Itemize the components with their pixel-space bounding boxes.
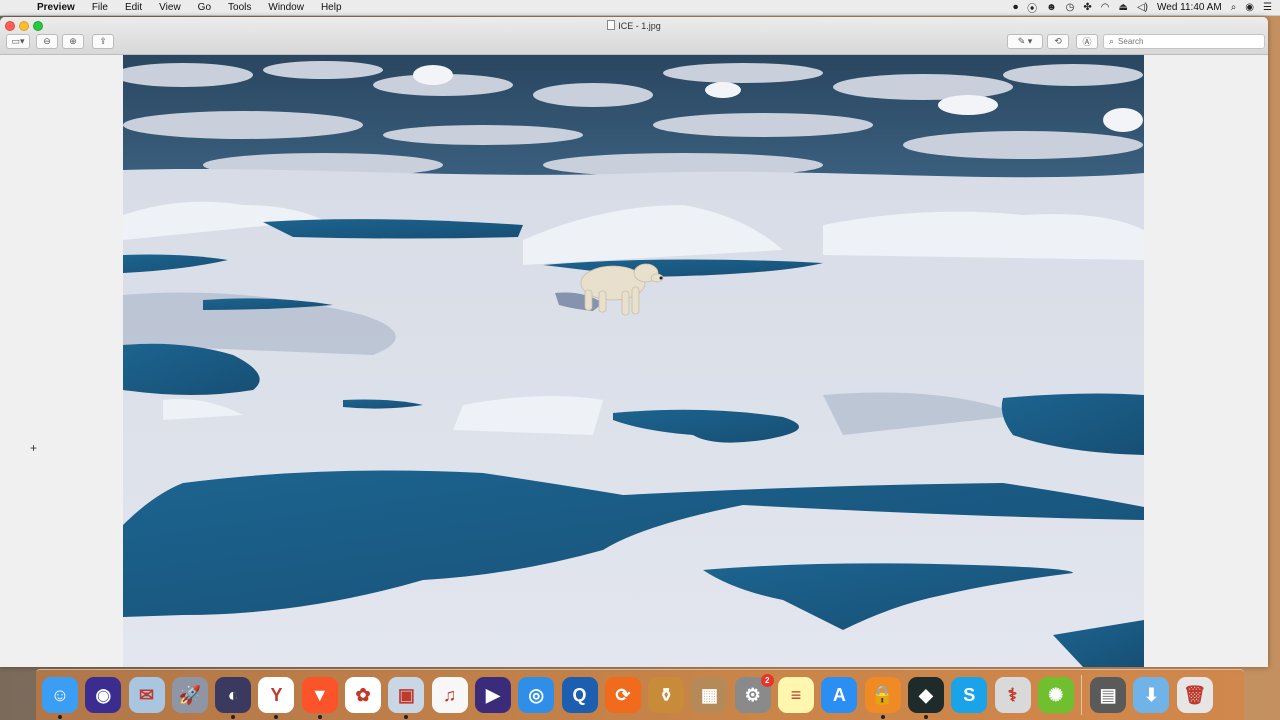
screen-record-icon[interactable]: ⏺ [1013,2,1018,13]
search-field[interactable]: ⌕ [1103,34,1265,49]
share-button[interactable]: ⇪ [92,34,114,49]
podcast-icon[interactable]: ⦿ [1027,0,1037,15]
running-indicator [404,715,409,719]
search-icon: ⌕ [1109,36,1115,46]
dock: ☺ ◉ ✉ 🚀 ◐ Y ▼ ✿ ▣ ♫ ▶ ◎ Q ⟳ ⚱ ▦ ⚙ 2 ≡ A 🔒 ◆ S ⚕ ✺ ▤ ⬇ 🗑 [36,669,1244,720]
dock-siri-icon[interactable]: ◉ [85,677,122,713]
running-indicator [923,715,928,719]
menu-file[interactable]: File [92,2,108,13]
menu-view[interactable]: View [159,2,181,13]
dock-trash-icon[interactable]: 🗑 [1176,677,1213,713]
zoom-in-icon: ⊕ [69,36,77,46]
running-indicator [274,715,279,719]
menu-extras: ⏺ ⦿ ☻ ◷ ✤ ◠ ⏏ ◁) Wed 11:40 AM ⌕ ◉ ☰ [1013,0,1272,15]
dock-steam-helmet-icon[interactable]: ◐ [215,677,252,719]
markup-button[interactable]: ✎ ▾ [1007,34,1043,49]
markup-toolbar-button[interactable]: Ⓐ [1076,34,1098,49]
wifi-icon[interactable]: ◠ [1101,2,1110,13]
menu-go[interactable]: Go [198,2,211,13]
sidebar-icon: ▭▾ [11,36,25,46]
dock-box-archive-icon[interactable]: ▦ [691,677,728,713]
menu-app-preview[interactable]: Preview [37,2,75,13]
dock-brave-icon[interactable]: ▼ [301,677,338,719]
notification-badge: 2 [760,674,774,687]
rotate-button[interactable]: ⟲ [1047,34,1069,49]
paw-icon[interactable]: ✤ [1083,2,1091,13]
crosshair-cursor-icon: + [30,441,38,455]
dock-skype-icon[interactable]: S [951,677,988,713]
zoom-out-icon: ⊖ [43,36,51,46]
dock-scanner-icon[interactable]: ▤ [1090,677,1127,713]
dock-notes-icon[interactable]: ≡ [778,677,815,713]
time-machine-icon[interactable]: ◷ [1066,2,1075,13]
menu-clock[interactable]: Wed 11:40 AM [1157,2,1222,13]
pen-icon: ✎ ▾ [1017,36,1033,46]
dock-quicktime-icon[interactable]: Q [561,677,598,713]
rotate-icon: ⟲ [1054,36,1062,46]
running-indicator [58,715,62,719]
document-icon [607,20,616,30]
menu-bar: Preview File Edit View Go Tools Window H… [0,0,1280,16]
share-icon: ⇪ [99,36,107,46]
dock-motion-reel-icon[interactable]: ✺ [1037,677,1074,713]
spotlight-icon[interactable]: ⌕ [1231,2,1237,13]
dock-app-store-icon[interactable]: A [821,677,858,713]
markup-icon: Ⓐ [1082,37,1092,47]
dock-launchpad-icon[interactable]: 🚀 [171,677,208,713]
menu-help[interactable]: Help [321,2,342,13]
dock-disk-utility-icon[interactable]: ⚕ [994,677,1031,713]
dock-istat-icon[interactable]: ⟳ [604,677,641,713]
dock-separator [1081,675,1083,715]
dock-filmora-icon[interactable]: ◆ [907,677,944,719]
notification-center-icon[interactable]: ☰ [1263,2,1272,13]
dock-photos-icon[interactable]: ✿ [345,677,382,713]
dock-prime-video-icon[interactable]: ▶ [474,677,511,713]
dock-itunes-icon[interactable]: ♫ [431,677,468,713]
running-indicator [231,715,236,719]
window-title-text: ICE - 1.jpg [618,21,661,31]
dock-safari-icon[interactable]: ◎ [518,677,555,713]
siri-icon[interactable]: ◉ [1245,2,1254,13]
dock-downloads-folder-icon[interactable]: ⬇ [1133,677,1170,713]
title-bar[interactable]: ICE - 1.jpg ▭▾ ⊖ ⊕ ⇪ ✎ ▾ ⟲ Ⓐ ⌕ [0,17,1268,55]
menu-window[interactable]: Window [268,2,304,13]
dock-vpn-lock-icon[interactable]: 🔒 [864,677,901,719]
eject-icon[interactable]: ⏏ [1119,2,1128,13]
menu-tools[interactable]: Tools [228,2,251,13]
dock-jar-icon[interactable]: ⚱ [648,677,685,713]
running-indicator [880,715,885,719]
dock-preview-icon[interactable]: ▣ [388,677,425,719]
window-title: ICE - 1.jpg [0,20,1268,31]
dock-system-preferences-icon[interactable]: ⚙ 2 [734,674,774,713]
menu-edit[interactable]: Edit [125,2,142,13]
zoom-out-button[interactable]: ⊖ [36,34,58,49]
character-icon[interactable]: ☻ [1046,2,1057,13]
zoom-in-button[interactable]: ⊕ [62,34,84,49]
sidebar-toggle-button[interactable]: ▭▾ [6,34,30,49]
image-polar-bear-ice[interactable] [123,55,1144,667]
document-view[interactable]: + [0,55,1268,667]
preview-window: ICE - 1.jpg ▭▾ ⊖ ⊕ ⇪ ✎ ▾ ⟲ Ⓐ ⌕ + [0,17,1268,667]
dock-finder-icon[interactable]: ☺ [42,677,78,719]
dock-yandex-icon[interactable]: Y [258,677,295,719]
volume-icon[interactable]: ◁) [1137,2,1148,13]
running-indicator [317,715,322,719]
search-input[interactable] [1118,37,1249,46]
dock-mail-bird-icon[interactable]: ✉ [128,677,165,713]
